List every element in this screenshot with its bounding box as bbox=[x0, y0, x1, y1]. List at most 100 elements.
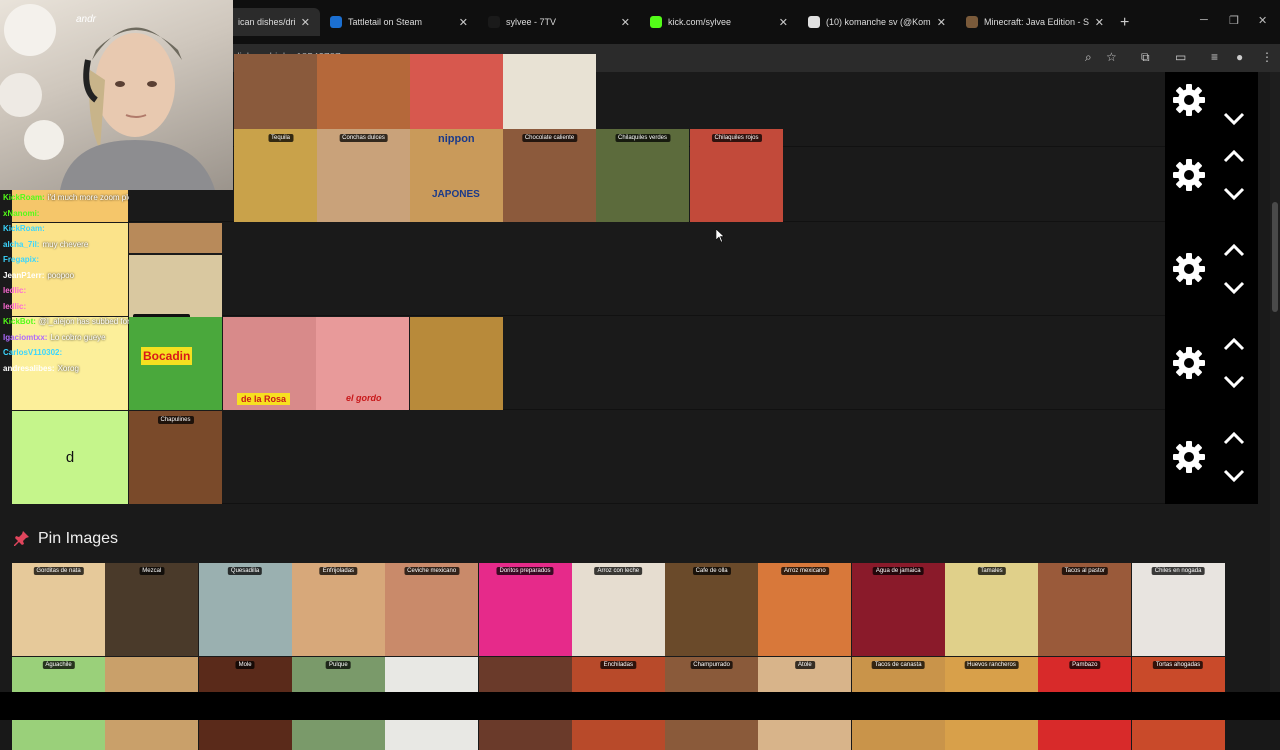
tab-favicon-icon bbox=[808, 16, 820, 28]
tab-title: sylvee - 7TV bbox=[506, 17, 557, 27]
move-down-chevron-icon[interactable] bbox=[1222, 281, 1246, 295]
tier-food-image[interactable]: Conchas dulces bbox=[317, 129, 410, 222]
pin-image[interactable]: Tamales bbox=[945, 563, 1038, 656]
tab-favicon-icon bbox=[330, 16, 342, 28]
pin-image-caption: Aguachile bbox=[42, 661, 75, 669]
chat-text: muy chevere bbox=[42, 239, 89, 249]
tier-label[interactable]: d bbox=[12, 411, 128, 504]
tab-title: ican dishes/drinks bbox=[238, 17, 295, 27]
pin-image-caption: Tacos de canasta bbox=[871, 661, 925, 669]
tab-close-icon[interactable]: ✕ bbox=[621, 16, 630, 29]
browser-tab[interactable]: ican dishes/drinks ✕ bbox=[228, 8, 320, 36]
pin-image-caption: Arroz con leche bbox=[594, 567, 643, 575]
gear-icon[interactable] bbox=[1171, 157, 1207, 193]
pin-image-caption: Tamales bbox=[977, 567, 1006, 575]
streamer-webcam-overlay: andr bbox=[0, 0, 233, 190]
chat-username: andresalibes: bbox=[3, 363, 55, 373]
tier-row: Bocadin de la Rosa el gordo bbox=[12, 317, 1165, 410]
menu-kebab-icon[interactable]: ⋮ bbox=[1261, 50, 1273, 64]
pin-image-caption: Champurrado bbox=[690, 661, 733, 669]
pin-image[interactable]: Ceviche mexicano bbox=[385, 563, 479, 656]
pin-images-header: Pin Images bbox=[14, 530, 118, 548]
move-down-chevron-icon[interactable] bbox=[1222, 187, 1246, 201]
tier-food-image[interactable]: Chilaquiles rojos bbox=[690, 129, 783, 222]
chat-username: Igaciomtxx: bbox=[3, 332, 48, 342]
new-tab-button[interactable]: + bbox=[1120, 14, 1129, 32]
pin-image-caption: Pambazo bbox=[1069, 661, 1101, 669]
pushpin-icon bbox=[14, 531, 29, 546]
tier-food-image[interactable]: Chapulines bbox=[129, 411, 222, 504]
food-caption: Conchas dulces bbox=[339, 134, 388, 142]
tier-food-image[interactable]: Tequila bbox=[234, 129, 327, 222]
chat-message: ledlic: bbox=[0, 283, 129, 299]
pin-image[interactable]: Quesadilla bbox=[198, 563, 292, 656]
tier-food-image[interactable] bbox=[410, 317, 503, 410]
browser-tab[interactable]: Tattletail on Steam ✕ bbox=[320, 8, 478, 36]
move-down-chevron-icon[interactable] bbox=[1222, 112, 1246, 126]
package-label: nippon bbox=[438, 133, 475, 145]
browser-tab[interactable]: (10) komanche sv (@Komanch ✕ bbox=[798, 8, 956, 36]
pin-image-caption: Mezcal bbox=[139, 567, 165, 575]
tab-close-icon[interactable]: ✕ bbox=[937, 16, 946, 29]
close-window-icon[interactable]: ✕ bbox=[1258, 14, 1267, 27]
pin-image[interactable]: Chiles en nogada bbox=[1131, 563, 1225, 656]
pin-image[interactable]: Tacos al pastor bbox=[1038, 563, 1132, 656]
move-up-chevron-icon[interactable] bbox=[1222, 243, 1246, 257]
chat-username: ledlic: bbox=[3, 301, 27, 311]
pin-image[interactable]: Agua de jamaica bbox=[851, 563, 945, 656]
pin-image-caption: Ceviche mexicano bbox=[404, 567, 460, 575]
pin-image-caption: Enchiladas bbox=[600, 661, 636, 669]
restore-icon[interactable]: ❐ bbox=[1229, 14, 1239, 27]
minimize-icon[interactable]: ─ bbox=[1200, 14, 1208, 26]
gear-icon[interactable] bbox=[1171, 345, 1207, 381]
tab-close-icon[interactable]: ✕ bbox=[779, 16, 788, 29]
chat-message: Fregapix: bbox=[0, 252, 129, 268]
chat-message: CarlosV110302: bbox=[0, 345, 129, 361]
package-label: JAPONES bbox=[432, 189, 480, 200]
tab-close-icon[interactable]: ✕ bbox=[459, 16, 468, 29]
pin-image[interactable]: Doritos preparados bbox=[478, 563, 572, 656]
browser-tab[interactable]: kick.com/sylvee ✕ bbox=[640, 8, 798, 36]
move-down-chevron-icon[interactable] bbox=[1222, 375, 1246, 389]
gear-icon[interactable] bbox=[1171, 439, 1207, 475]
tier-food-image[interactable]: Chilaquiles verdes bbox=[596, 129, 689, 222]
pin-image-caption: Cafe de olla bbox=[692, 567, 731, 575]
tab-close-icon[interactable]: ✕ bbox=[301, 16, 310, 29]
food-caption: Chilaquiles rojos bbox=[711, 134, 762, 142]
tier-food-image[interactable]: nippon JAPONES bbox=[410, 129, 503, 222]
move-up-chevron-icon[interactable] bbox=[1222, 337, 1246, 351]
pin-image[interactable]: Mezcal bbox=[105, 563, 199, 656]
chat-message: JeanP1err: poopoo bbox=[0, 268, 129, 284]
food-caption: Chapulines bbox=[157, 416, 194, 424]
tier-food-image[interactable]: de la Rosa bbox=[223, 317, 316, 410]
pin-image[interactable]: Arroz con leche bbox=[571, 563, 665, 656]
gear-icon[interactable] bbox=[1171, 251, 1207, 287]
page-scrollbar[interactable] bbox=[1270, 72, 1280, 692]
package-label: el gordo bbox=[346, 393, 382, 403]
move-up-chevron-icon[interactable] bbox=[1222, 149, 1246, 163]
tier-food-image[interactable]: el gordo bbox=[316, 317, 409, 410]
pin-image[interactable]: Enfrijoladas bbox=[291, 563, 385, 656]
chat-text: @l_alejon has subbed for 1 month! bbox=[38, 317, 129, 326]
bottom-black-bar bbox=[0, 692, 1280, 720]
browser-tab[interactable]: sylvee - 7TV ✕ bbox=[478, 8, 640, 36]
move-up-chevron-icon[interactable] bbox=[1222, 431, 1246, 445]
tier-food-image[interactable]: Bocadin bbox=[129, 317, 222, 410]
tier-food-image[interactable] bbox=[129, 223, 222, 253]
gear-icon[interactable] bbox=[1171, 82, 1207, 118]
pin-image[interactable]: Arroz mexicano bbox=[758, 563, 852, 656]
pin-image[interactable]: Gorditas de nata bbox=[12, 563, 105, 656]
chat-username: Fregapix: bbox=[3, 255, 40, 264]
webcam-person-image: andr bbox=[0, 4, 215, 190]
tier-food-image[interactable]: Chocolate caliente bbox=[503, 129, 596, 222]
stream-chat-overlay: KickRoam:i'd much more zoom pleasexNanom… bbox=[0, 190, 129, 410]
move-down-chevron-icon[interactable] bbox=[1222, 469, 1246, 483]
mouse-cursor-icon bbox=[716, 229, 724, 242]
pin-image[interactable]: Cafe de olla bbox=[665, 563, 759, 656]
chat-text: poopoo bbox=[47, 270, 75, 280]
pin-image-caption: Atole bbox=[795, 661, 815, 669]
tab-close-icon[interactable]: ✕ bbox=[1095, 16, 1104, 29]
scrollbar-thumb[interactable] bbox=[1272, 202, 1278, 312]
browser-tab[interactable]: Minecraft: Java Edition - Speed ✕ bbox=[956, 8, 1114, 36]
package-label: Bocadin bbox=[141, 347, 193, 365]
